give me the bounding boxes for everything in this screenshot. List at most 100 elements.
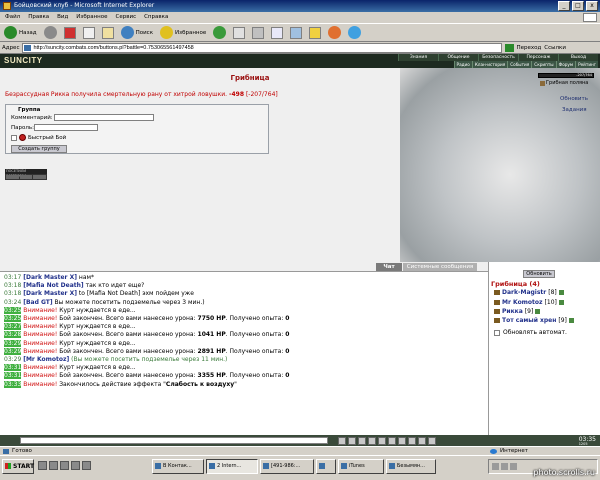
channels-icon[interactable] [418,436,426,445]
home-button[interactable] [100,25,116,40]
history-button[interactable] [211,25,228,40]
menu-edit[interactable]: Правка [25,13,52,22]
minimize-button[interactable]: _ [558,1,570,11]
messenger-button[interactable] [346,25,363,40]
chat-nick[interactable]: [Mafia Not Death] [23,282,83,289]
player-row[interactable]: Mr Komotoz [10] [494,299,564,306]
address-input[interactable]: http://suncity.combats.com/buttons.pl?ba… [22,42,503,53]
nav-character[interactable]: Персонаж [518,54,558,61]
menu-file[interactable]: Файл [2,13,23,22]
explorer-icon[interactable] [71,461,80,470]
chat-nick[interactable]: [Dark Master X] [23,290,77,297]
back-button[interactable]: Назад [2,25,39,40]
mail-button[interactable] [231,25,247,40]
location-refresh-link[interactable]: Обновить [560,96,588,102]
chat-nick[interactable]: [Mr Komotoz] [23,356,69,363]
search-button[interactable]: Поиск [119,25,155,40]
chat-time[interactable]: 03:25 [4,306,22,314]
chat-time[interactable]: 03:27 [4,323,22,331]
player-row[interactable]: Рикка [9] [494,308,541,315]
discuss-button[interactable] [288,25,304,40]
translit-icon[interactable] [388,436,396,445]
media-icon[interactable] [60,461,69,470]
nav-communication[interactable]: Общение [438,54,478,61]
chat-time[interactable]: 03:33 [4,380,22,388]
forward-button[interactable] [42,25,59,40]
icq-button[interactable] [326,25,343,40]
chat-input[interactable] [20,437,328,444]
chat-time[interactable]: 03:17 [4,274,21,281]
chat-time[interactable]: 03:31 [4,372,22,380]
player-row[interactable]: Тот самый хрен [9] [494,317,574,324]
smiles-icon[interactable] [358,436,366,445]
ie-icon[interactable] [49,461,58,470]
chat-nick[interactable]: [Bad GT] [23,299,52,306]
online-refresh-button[interactable]: Обновить [523,270,555,278]
tray-icon[interactable] [492,463,499,470]
subnav-scripts[interactable]: Скрипты [531,61,556,68]
tab-chat[interactable]: Чат [376,263,402,271]
info-icon[interactable] [558,290,564,295]
close-button[interactable]: x [586,1,598,11]
chat-time[interactable]: 03:29 [4,339,22,347]
shortcut-icon[interactable] [82,461,91,470]
subnav-forum[interactable]: Форум [555,61,576,68]
edit-button[interactable] [269,25,285,40]
chat-time[interactable]: 03:29 [4,347,22,355]
task-button[interactable]: В Контак... [152,459,204,474]
auto-refresh-checkbox[interactable] [494,329,500,336]
task-button[interactable]: [491-986:... [260,459,314,474]
menu-help[interactable]: Справка [141,13,171,22]
task-button[interactable]: 2 Intern... [206,459,258,474]
quests-link[interactable]: Задания [562,107,587,113]
nav-exit[interactable]: Выход [558,54,598,61]
favorites-button[interactable]: Избранное [158,25,208,40]
chat-time[interactable]: 03:28 [4,331,22,339]
menu-favorites[interactable]: Избранное [73,13,110,22]
subnav-radio[interactable]: Радио [453,61,472,68]
print-button[interactable] [250,25,266,40]
chat-time[interactable]: 03:18 [4,282,21,289]
menu-view[interactable]: Вид [54,13,71,22]
info-icon[interactable] [558,300,564,305]
chat-time[interactable]: 03:29 [4,356,21,363]
tab-system-messages[interactable]: Системные сообщения [403,263,477,271]
sound-icon[interactable] [408,436,416,445]
chat-time[interactable]: 03:31 [4,364,22,372]
create-group-button[interactable]: Создать группу [11,145,67,153]
send-icon[interactable] [338,436,346,445]
refresh-button[interactable] [81,25,97,40]
scroll-icon[interactable] [378,436,386,445]
sublocation-link[interactable]: Грибная поляна [540,80,588,86]
maximize-button[interactable]: □ [572,1,584,11]
chat-time[interactable]: 03:18 [4,290,21,297]
subnav-rating[interactable]: Рейтинг [575,61,598,68]
info-icon[interactable] [568,318,574,323]
menu-tools[interactable]: Сервис [113,13,140,22]
auto-refresh-option[interactable]: Обновлять автомат. [494,329,567,336]
subnav-clan-history[interactable]: Клан-история [471,61,508,68]
stop-button[interactable] [62,25,78,40]
go-button[interactable]: Переход [505,43,541,52]
fast-fight-checkbox[interactable] [11,134,17,141]
info-icon[interactable] [535,309,541,314]
exit-icon[interactable] [428,436,436,445]
links-button[interactable]: Ссылки [544,45,566,51]
settings-icon[interactable] [398,436,406,445]
tray-icon[interactable] [501,463,508,470]
chat-nick[interactable]: [Dark Master X] [23,274,77,281]
password-input[interactable] [34,124,98,131]
filter-icon[interactable] [368,436,376,445]
notes-button[interactable] [307,25,323,40]
task-button[interactable]: iTunes [338,459,384,474]
nav-security[interactable]: Безопасность [478,54,518,61]
fast-fight-option[interactable]: Быстрый Бой [11,134,66,141]
desktop-icon[interactable] [38,461,47,470]
task-button[interactable] [316,459,336,474]
chat-time[interactable]: 03:24 [4,299,21,306]
clear-icon[interactable] [348,436,356,445]
tray-icon[interactable] [510,463,517,470]
comment-input[interactable] [54,114,154,121]
window-titlebar[interactable]: Бойцовский клуб - Microsoft Internet Exp… [0,0,600,12]
subnav-events[interactable]: События [507,61,532,68]
